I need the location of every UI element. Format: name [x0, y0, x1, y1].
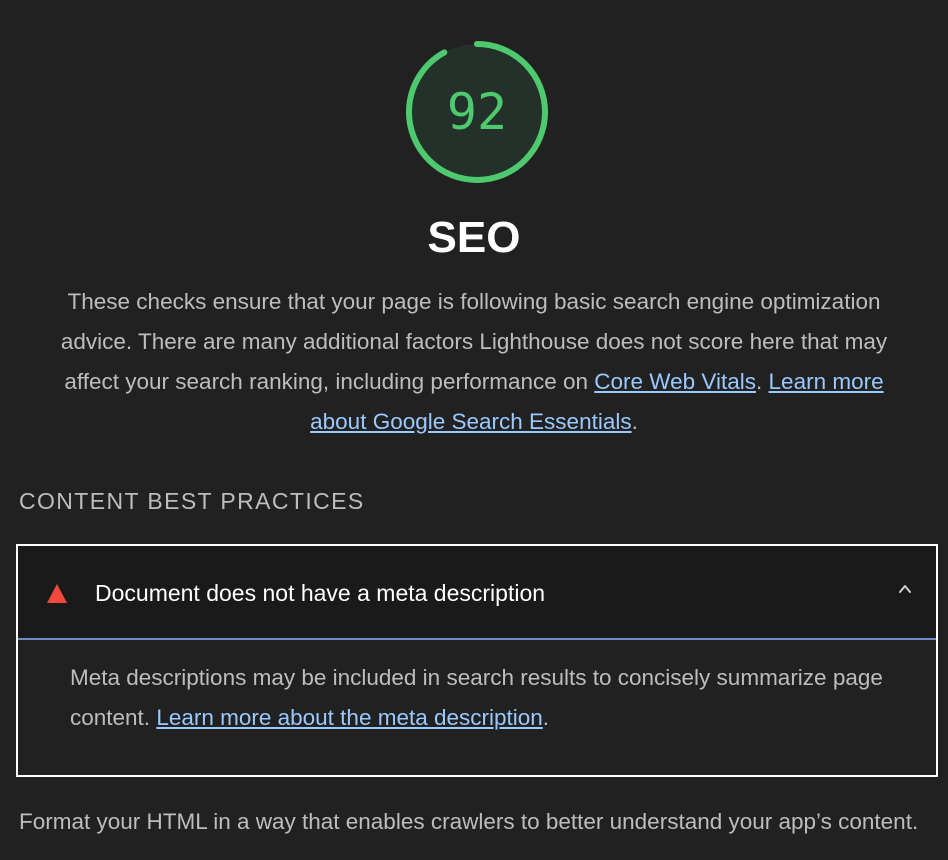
score-value: 92	[446, 83, 508, 141]
fail-triangle-icon	[47, 584, 67, 603]
group-title: CONTENT BEST PRACTICES	[19, 488, 365, 514]
category-description: These checks ensure that your page is fo…	[60, 282, 888, 442]
category-description-end: .	[631, 409, 638, 434]
core-web-vitals-link[interactable]: Core Web Vitals	[594, 369, 756, 394]
audit-meta-description: Document does not have a meta descriptio…	[16, 544, 938, 777]
audit-description: Meta descriptions may be included in sea…	[70, 658, 910, 738]
category-title: SEO	[427, 213, 521, 262]
chevron-up-icon[interactable]	[898, 582, 912, 596]
audit-description-end: .	[542, 705, 550, 730]
meta-description-link[interactable]: Learn more about the meta description	[156, 705, 542, 730]
score-gauge[interactable]: 92	[404, 39, 550, 185]
category-description-separator: .	[756, 369, 769, 394]
group-description: Format your HTML in a way that enables c…	[19, 809, 919, 834]
audit-title: Document does not have a meta descriptio…	[95, 580, 546, 606]
audit-header[interactable]: Document does not have a meta descriptio…	[18, 546, 936, 640]
lighthouse-seo-report: 92 SEO These checks ensure that your pag…	[0, 0, 948, 860]
